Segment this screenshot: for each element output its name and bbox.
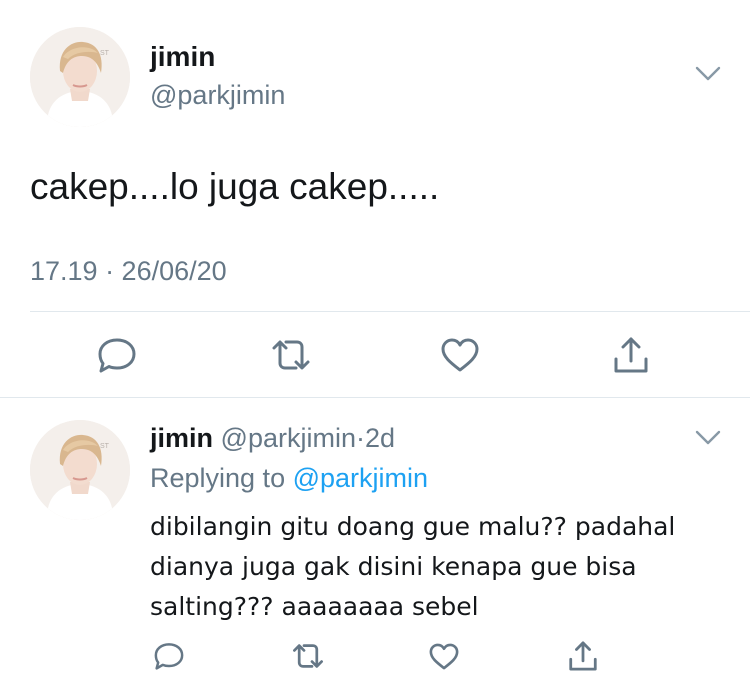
separator-dot: ·	[355, 423, 365, 453]
like-button[interactable]	[438, 335, 482, 375]
reply-bubble-icon	[154, 643, 184, 670]
author-handle[interactable]: @parkjimin	[150, 78, 285, 112]
tweet-age[interactable]: 2d	[365, 423, 395, 453]
reply-header: jimin @parkjimin·2d	[150, 420, 395, 456]
chevron-down-icon[interactable]	[695, 66, 721, 82]
svg-text:ST: ST	[100, 50, 110, 57]
reply-text: dibilangin gitu doang gue malu?? padahal…	[150, 507, 740, 627]
reply-button[interactable]	[95, 335, 139, 375]
retweet-button[interactable]	[288, 639, 328, 673]
heart-icon	[441, 338, 479, 372]
divider	[30, 311, 750, 312]
reply-text-line: salting??? aaaaaaaa sebel	[150, 592, 479, 621]
share-icon	[614, 337, 648, 373]
author-name[interactable]: jimin	[150, 423, 213, 453]
replying-to-label: Replying to	[150, 463, 286, 493]
author-handle[interactable]: @parkjimin	[221, 423, 356, 453]
reply-text-line: dianya juga gak disini kenapa gue bisa	[150, 552, 637, 581]
replying-to-handle[interactable]: @parkjimin	[293, 463, 428, 493]
reply-bubble-icon	[98, 338, 136, 373]
share-button[interactable]	[565, 637, 601, 675]
divider	[0, 397, 750, 398]
retweet-button[interactable]	[266, 335, 316, 375]
retweet-icon	[293, 644, 323, 668]
reply-button[interactable]	[152, 639, 186, 673]
heart-icon	[429, 643, 459, 669]
replying-to: Replying to @parkjimin	[150, 460, 428, 496]
reply-text-line: dibilangin gitu doang gue malu?? padahal	[150, 512, 676, 541]
retweet-icon	[272, 340, 310, 370]
share-button[interactable]	[609, 333, 653, 377]
main-tweet: ST jimin @parkjimin cakep....lo juga cak…	[0, 0, 750, 397]
like-button[interactable]	[427, 639, 461, 673]
avatar[interactable]: ST	[30, 420, 130, 520]
avatar-photo: ST	[30, 27, 130, 127]
author-name[interactable]: jimin	[150, 40, 215, 74]
share-icon	[569, 641, 597, 671]
tweet-timestamp[interactable]: 17.19 · 26/06/20	[30, 254, 227, 288]
avatar-photo: ST	[30, 420, 130, 520]
avatar[interactable]: ST	[30, 27, 130, 127]
svg-text:ST: ST	[100, 443, 110, 450]
chevron-down-icon[interactable]	[695, 430, 721, 446]
tweet-text: cakep....lo juga cakep.....	[30, 166, 440, 207]
